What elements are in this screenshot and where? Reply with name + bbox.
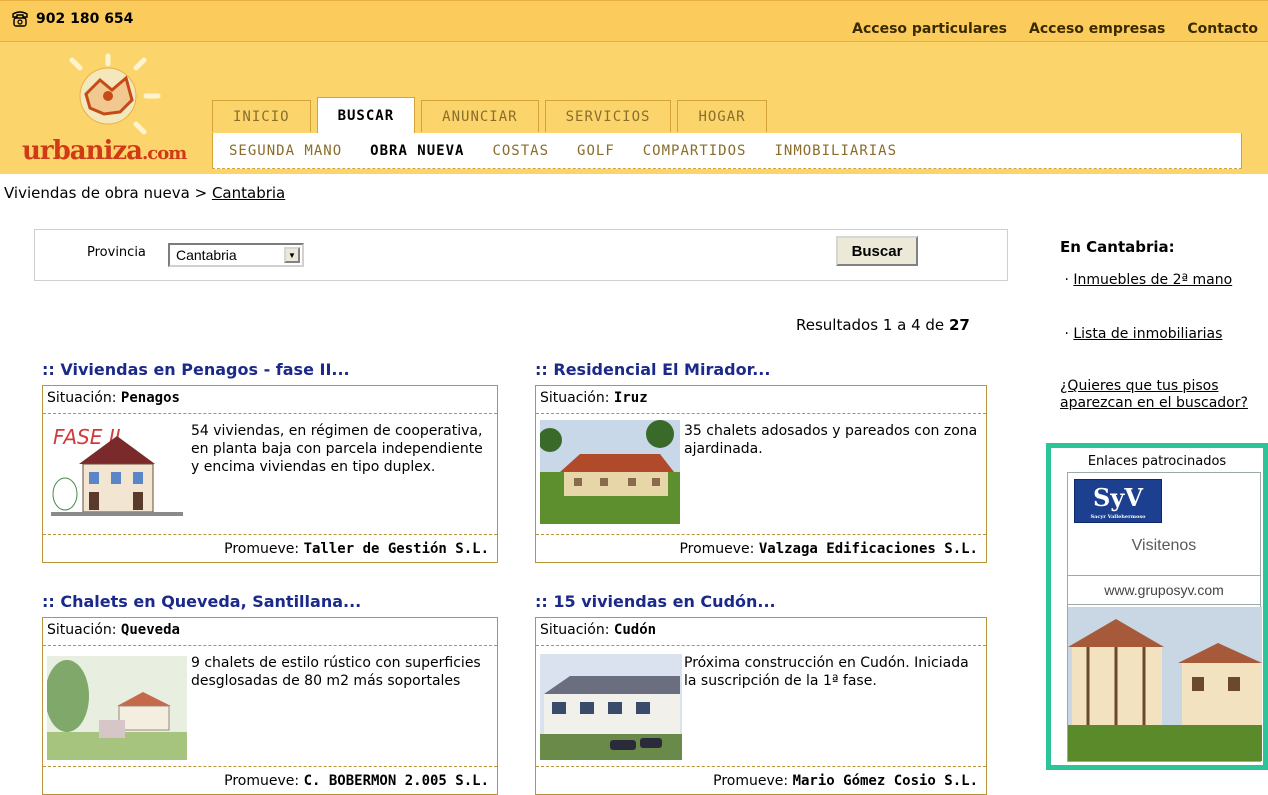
listing-title-el-mirador[interactable]: :: Residencial El Mirador... — [535, 360, 770, 379]
ad-url[interactable]: www.gruposyv.com — [1068, 575, 1260, 605]
link-inmuebles-2a-mano[interactable]: Inmuebles de 2ª mano — [1073, 272, 1232, 288]
subnav-obra-nueva[interactable]: OBRA NUEVA — [370, 143, 464, 159]
listing-thumbnail-penagos[interactable]: FASE II — [49, 422, 185, 524]
subnav-filler — [1242, 133, 1268, 169]
sidebar-item-inmuebles: · Inmuebles de 2ª mano — [1060, 272, 1260, 289]
bullet-icon: · — [1060, 326, 1074, 342]
listing-description: 35 chalets adosados y pareados con zona … — [684, 423, 978, 457]
divider — [43, 534, 497, 535]
divider — [43, 413, 497, 414]
listing-card: Situación: Cudón Próxima construcción en… — [535, 617, 987, 795]
sidebar-item-inmobiliarias: · Lista de inmobiliarias — [1060, 326, 1260, 343]
main-tabs: INICIO BUSCAR ANUNCIAR SERVICIOS HOGAR — [212, 97, 767, 133]
search-form: Provincia Cantabria ▼ Buscar — [34, 229, 1008, 281]
ad-house-photo — [1068, 607, 1262, 761]
breadcrumb: Viviendas de obra nueva > Cantabria — [4, 184, 285, 202]
divider — [536, 534, 986, 535]
subnav-costas[interactable]: COSTAS — [492, 143, 549, 159]
listing-description: 54 viviendas, en régimen de cooperativa,… — [191, 423, 483, 475]
subnav-segunda-mano[interactable]: SEGUNDA MANO — [229, 143, 342, 159]
listing-title-cudon[interactable]: :: 15 viviendas en Cudón... — [535, 592, 776, 611]
listing-location: Situación: Queveda — [47, 622, 180, 638]
ad-banner[interactable]: SyV Sacyr Vallehermoso Visitenos www.gru… — [1067, 472, 1262, 762]
phone-icon — [12, 11, 28, 27]
logo-text: urbaniza.com — [22, 136, 187, 166]
tab-servicios[interactable]: SERVICIOS — [544, 100, 672, 132]
tab-anunciar[interactable]: ANUNCIAR — [421, 100, 539, 132]
bullet-icon: · — [1060, 272, 1074, 288]
tab-hogar[interactable]: HOGAR — [677, 100, 767, 132]
results-count: Resultados 1 a 4 de 27 — [796, 316, 970, 334]
provincia-selected-value: Cantabria — [176, 247, 237, 263]
ad-title: Enlaces patrocinados — [1087, 454, 1227, 469]
sun-icon — [69, 53, 161, 135]
sidebar-item-buscador: ¿Quieres que tus pisos aparezcan en el b… — [1060, 378, 1260, 412]
subnav-compartidos[interactable]: COMPARTIDOS — [643, 143, 747, 159]
dropdown-arrow-icon[interactable]: ▼ — [284, 247, 300, 263]
listing-title-queveda[interactable]: :: Chalets en Queveda, Santillana... — [42, 592, 361, 611]
tab-inicio[interactable]: INICIO — [212, 100, 311, 132]
top-bar: 902 180 654 Acceso particulares Acceso e… — [0, 0, 1268, 42]
syv-logo: SyV Sacyr Vallehermoso — [1074, 479, 1162, 523]
phone-text: 902 180 654 — [36, 11, 134, 27]
results-total: 27 — [948, 316, 970, 334]
listing-thumbnail-cudon[interactable] — [540, 654, 682, 760]
listing-description: Próxima construcción en Cudón. Iniciada … — [684, 655, 969, 689]
divider — [536, 645, 986, 646]
buscar-button[interactable]: Buscar — [836, 236, 918, 266]
subnav-inmobiliarias[interactable]: INMOBILIARIAS — [774, 143, 897, 159]
link-acceso-empresas[interactable]: Acceso empresas — [1029, 21, 1165, 37]
sponsored-ad: Enlaces patrocinados SyV Sacyr Valleherm… — [1046, 443, 1268, 770]
divider — [536, 413, 986, 414]
phone-number: 902 180 654 — [10, 11, 133, 27]
listing-thumbnail-el-mirador[interactable] — [540, 420, 680, 524]
link-acceso-particulares[interactable]: Acceso particulares — [852, 21, 1007, 37]
listing-card: Situación: Iruz 35 chalets adosados y pa… — [535, 385, 987, 563]
subnav-golf[interactable]: GOLF — [577, 143, 615, 159]
breadcrumb-link-cantabria[interactable]: Cantabria — [212, 184, 285, 202]
listing-promoter: Promueve: C. BOBERMON 2.005 S.L. — [224, 773, 489, 789]
listing-promoter: Promueve: Valzaga Edificaciones S.L. — [679, 541, 978, 557]
listing-location: Situación: Cudón — [540, 622, 657, 638]
divider — [536, 766, 986, 767]
sidebar-title: En Cantabria: — [1060, 238, 1175, 256]
breadcrumb-prefix: Viviendas de obra nueva > — [4, 184, 208, 202]
link-contacto[interactable]: Contacto — [1187, 21, 1258, 37]
site-logo[interactable]: urbaniza.com — [8, 50, 208, 170]
listing-promoter: Promueve: Taller de Gestión S.L. — [224, 541, 489, 557]
listing-title-penagos[interactable]: :: Viviendas en Penagos - fase II... — [42, 360, 350, 379]
listing-location: Situación: Penagos — [47, 390, 180, 406]
listing-description: 9 chalets de estilo rústico con superfic… — [191, 655, 481, 689]
provincia-label: Provincia — [87, 245, 146, 260]
listing-location: Situación: Iruz — [540, 390, 648, 406]
listing-card: Situación: Penagos FASE II 54 viviendas,… — [42, 385, 498, 563]
listing-card: Situación: Queveda 9 chalets de estilo r… — [42, 617, 498, 795]
divider — [43, 766, 497, 767]
listing-thumbnail-queveda[interactable] — [47, 656, 187, 760]
link-lista-inmobiliarias[interactable]: Lista de inmobiliarias — [1073, 326, 1222, 342]
link-quieres-pisos-buscador[interactable]: ¿Quieres que tus pisos aparezcan en el b… — [1060, 378, 1248, 411]
top-links: Acceso particulares Acceso empresas Cont… — [852, 21, 1258, 37]
divider — [43, 645, 497, 646]
ad-visit-text: Visitenos — [1131, 537, 1197, 554]
provincia-select[interactable]: Cantabria ▼ — [168, 243, 304, 267]
listing-promoter: Promueve: Mario Gómez Cosio S.L. — [713, 773, 978, 789]
sub-navigation: SEGUNDA MANO OBRA NUEVA COSTAS GOLF COMP… — [212, 133, 1242, 169]
tab-buscar[interactable]: BUSCAR — [316, 97, 416, 133]
